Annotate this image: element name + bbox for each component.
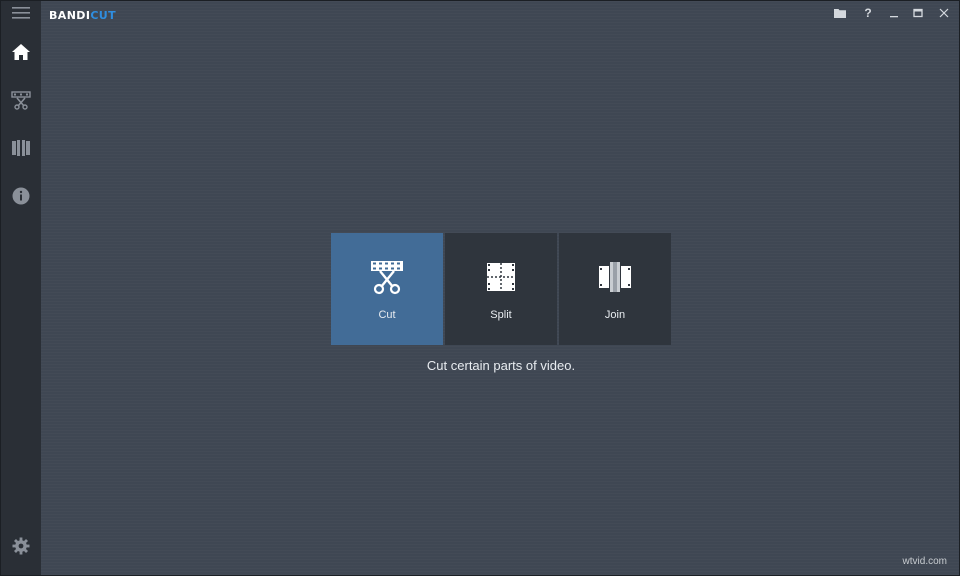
tile-split-label: Split — [490, 309, 512, 321]
sidebar-item-home[interactable] — [1, 34, 41, 74]
sidebar-item-menu[interactable] — [1, 0, 41, 35]
tile-split[interactable]: Split — [445, 233, 557, 345]
help-button[interactable]: ? — [857, 3, 879, 23]
maximize-button[interactable] — [907, 3, 929, 23]
logo-text-bandi: BANDI — [49, 9, 91, 22]
split-grid-icon — [483, 259, 519, 295]
film-strips-icon — [11, 139, 31, 162]
mode-description: Cut certain parts of video. — [426, 358, 576, 373]
gear-icon — [12, 537, 30, 560]
hamburger-menu-icon — [12, 6, 30, 25]
info-icon — [12, 187, 30, 210]
home-icon — [11, 43, 31, 66]
open-folder-button[interactable] — [829, 3, 851, 23]
app-logo: BANDICUT — [49, 9, 116, 22]
tile-join[interactable]: Join — [559, 233, 671, 345]
minimize-icon — [889, 8, 899, 18]
tile-cut[interactable]: Cut — [331, 233, 443, 345]
question-icon: ? — [864, 6, 872, 20]
sidebar-item-info[interactable] — [1, 178, 41, 218]
sidebar-item-settings[interactable] — [1, 528, 41, 568]
watermark: wtvid.com — [902, 556, 947, 567]
scissors-film-icon — [369, 259, 405, 295]
sidebar-item-join[interactable] — [1, 130, 41, 170]
logo-text-cut: CUT — [90, 9, 117, 22]
maximize-icon — [913, 8, 923, 18]
sidebar-item-cut[interactable] — [1, 82, 41, 122]
film-scissors-icon — [11, 90, 31, 115]
tile-join-label: Join — [604, 309, 626, 321]
join-film-icon — [597, 259, 633, 295]
tile-cut-label: Cut — [378, 309, 396, 321]
minimize-button[interactable] — [883, 3, 905, 23]
close-icon — [939, 8, 949, 18]
folder-icon — [834, 8, 846, 18]
mode-tiles: Cut Split Join — [331, 233, 671, 345]
sidebar — [1, 1, 41, 575]
title-bar: BANDICUT ? — [41, 1, 959, 27]
app-window: BANDICUT ? Cut Split Join Cut certain pa… — [0, 0, 960, 576]
close-button[interactable] — [933, 3, 955, 23]
